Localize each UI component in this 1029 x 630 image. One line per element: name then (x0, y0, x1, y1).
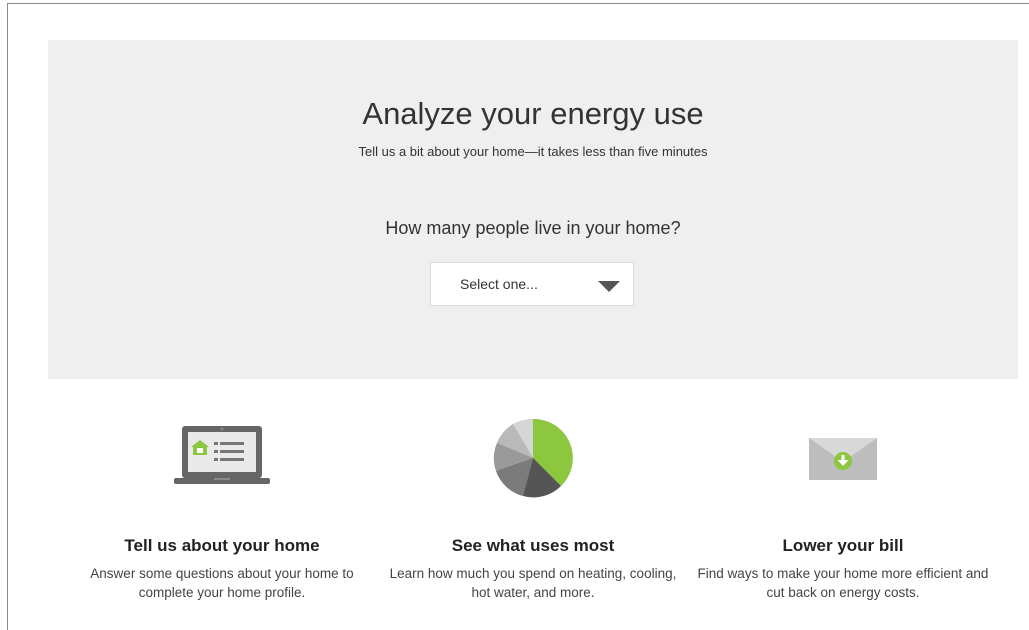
feature-description: Answer some questions about your home to… (90, 566, 354, 600)
laptop-home-profile-icon (62, 410, 382, 506)
select-value: Select one... (460, 276, 538, 292)
feature-home-profile: Tell us about your home Answer some ques… (62, 410, 382, 602)
feature-description: Learn how much you spend on heating, coo… (389, 566, 677, 600)
feature-lower-bill: Lower your bill Find ways to make your h… (683, 410, 1003, 602)
feature-description: Find ways to make your home more efficie… (697, 566, 989, 600)
pie-chart-icon (373, 410, 693, 506)
feature-title: Lower your bill (782, 536, 904, 555)
feature-title: See what uses most (451, 536, 615, 555)
household-size-question: How many people live in your home? (385, 218, 681, 238)
hero-section: Analyze your energy use Tell us a bit ab… (48, 40, 1018, 379)
envelope-download-icon (683, 410, 1003, 506)
feature-usage-breakdown: See what uses most Learn how much you sp… (373, 410, 693, 602)
household-size-select[interactable]: Select one... (430, 262, 634, 306)
feature-title: Tell us about your home (124, 536, 320, 555)
chevron-down-icon[interactable] (598, 281, 620, 292)
page-subtitle: Tell us a bit about your home—it takes l… (358, 144, 708, 159)
page-title: Analyze your energy use (362, 96, 704, 131)
